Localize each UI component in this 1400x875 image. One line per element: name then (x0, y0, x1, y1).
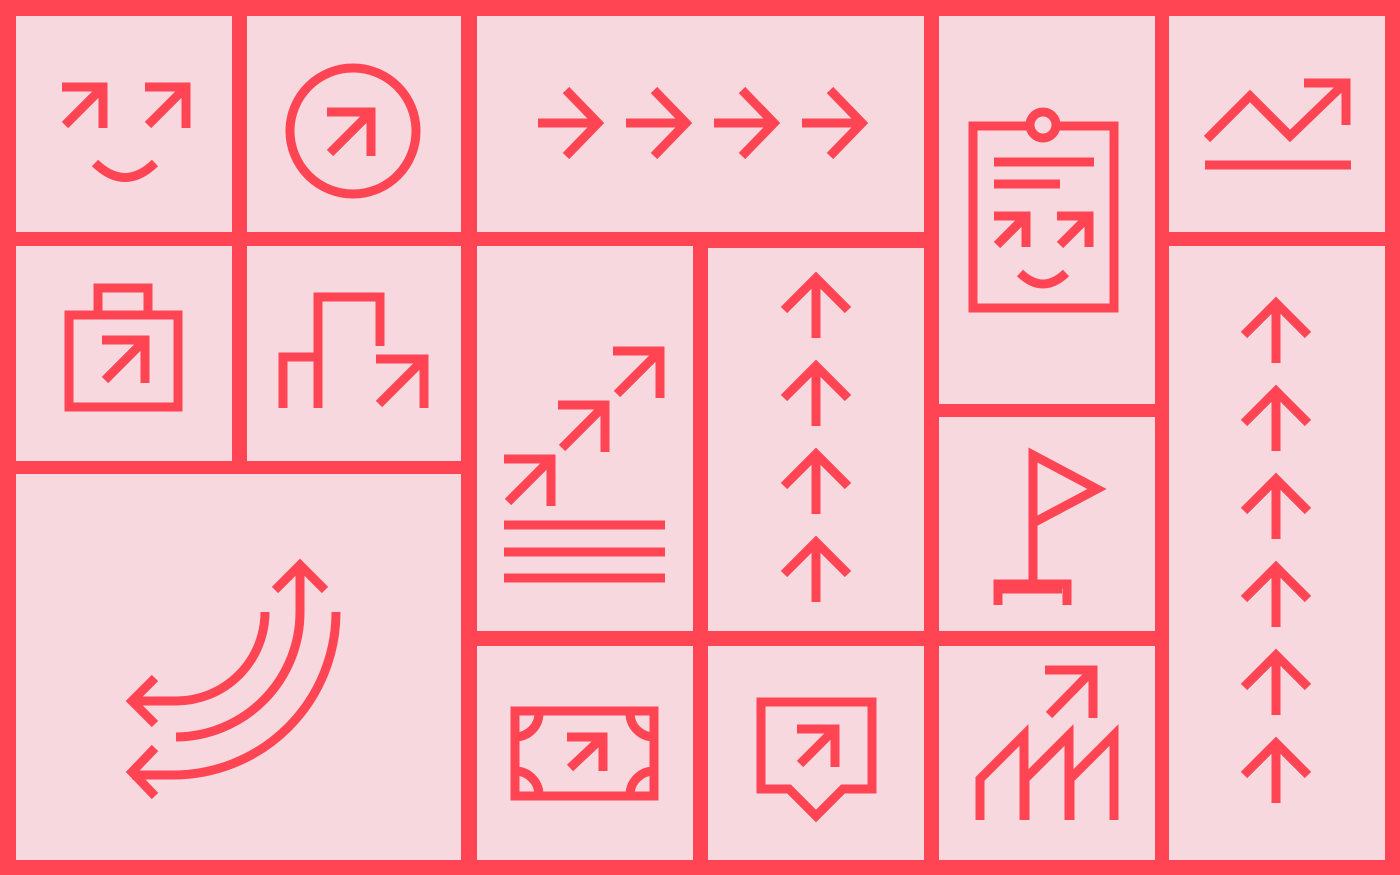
tile-exchange (16, 474, 461, 860)
tile-flag (939, 417, 1155, 631)
tile-stair-arrows (477, 246, 693, 631)
tile-briefcase (16, 246, 232, 461)
tile-backgrounds (16, 16, 1385, 860)
tile-smiley-arrows (16, 16, 232, 232)
icon-grid (16, 16, 1385, 860)
